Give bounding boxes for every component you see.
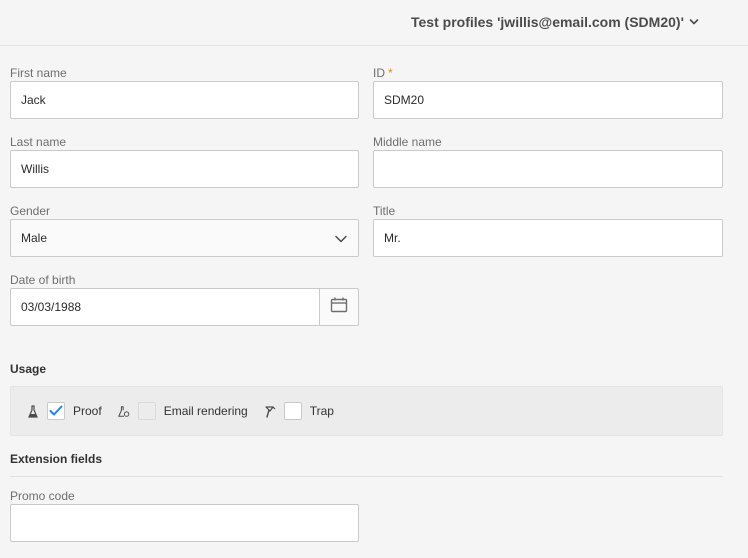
usage-item-trap[interactable]: Trap — [264, 402, 334, 420]
first-name-value: Jack — [21, 93, 46, 107]
usage-item-proof[interactable]: Proof — [27, 402, 102, 420]
last-name-field[interactable]: Willis — [10, 150, 359, 188]
extension-fields-heading: Extension fields — [10, 452, 103, 466]
last-name-label: Last name — [10, 135, 67, 149]
usage-heading: Usage — [10, 362, 47, 376]
proof-checkbox[interactable] — [47, 402, 65, 420]
date-of-birth-value: 03/03/1988 — [21, 300, 82, 314]
header-bar: Test profiles 'jwillis@email.com (SDM20)… — [0, 0, 748, 46]
id-field[interactable]: SDM20 — [373, 81, 723, 119]
date-picker-button[interactable] — [319, 288, 359, 326]
chevron-down-icon — [334, 232, 348, 246]
gender-label: Gender — [10, 204, 51, 218]
flask-icon — [27, 404, 39, 418]
section-divider — [10, 476, 723, 477]
trap-icon — [264, 404, 276, 418]
header-title: Test profiles 'jwillis@email.com (SDM20)… — [411, 14, 684, 30]
id-value: SDM20 — [384, 93, 425, 107]
title-value: Mr. — [384, 231, 401, 245]
middle-name-field[interactable] — [373, 150, 723, 188]
trap-checkbox[interactable] — [283, 402, 302, 420]
proof-label: Proof — [73, 404, 102, 418]
date-of-birth-label: Date of birth — [10, 273, 76, 287]
promo-code-field[interactable] — [10, 504, 359, 542]
usage-item-email-rendering[interactable]: Email rendering — [117, 402, 248, 420]
first-name-label: First name — [10, 66, 67, 80]
required-indicator: * — [388, 66, 393, 80]
calendar-icon — [330, 297, 348, 318]
last-name-value: Willis — [21, 162, 49, 176]
trap-label: Trap — [309, 404, 334, 418]
first-name-field[interactable]: Jack — [10, 81, 359, 119]
date-of-birth-field[interactable]: 03/03/1988 — [10, 288, 320, 326]
gender-select[interactable]: Male — [10, 219, 359, 257]
email-rendering-label: Email rendering — [163, 404, 248, 418]
id-label: ID * — [373, 66, 393, 80]
chevron-down-icon — [689, 17, 699, 27]
title-field[interactable]: Mr. — [373, 219, 723, 257]
profile-menu-button[interactable]: Test profiles 'jwillis@email.com (SDM20)… — [411, 14, 699, 30]
gender-value: Male — [21, 231, 48, 245]
title-label: Title — [373, 204, 396, 218]
middle-name-label: Middle name — [373, 135, 442, 149]
id-label-text: ID — [373, 66, 385, 80]
usage-panel: Proof Email rendering Trap — [10, 386, 723, 436]
flask-check-icon — [117, 404, 130, 418]
email-rendering-checkbox[interactable] — [137, 402, 156, 420]
promo-code-label: Promo code — [10, 489, 75, 503]
